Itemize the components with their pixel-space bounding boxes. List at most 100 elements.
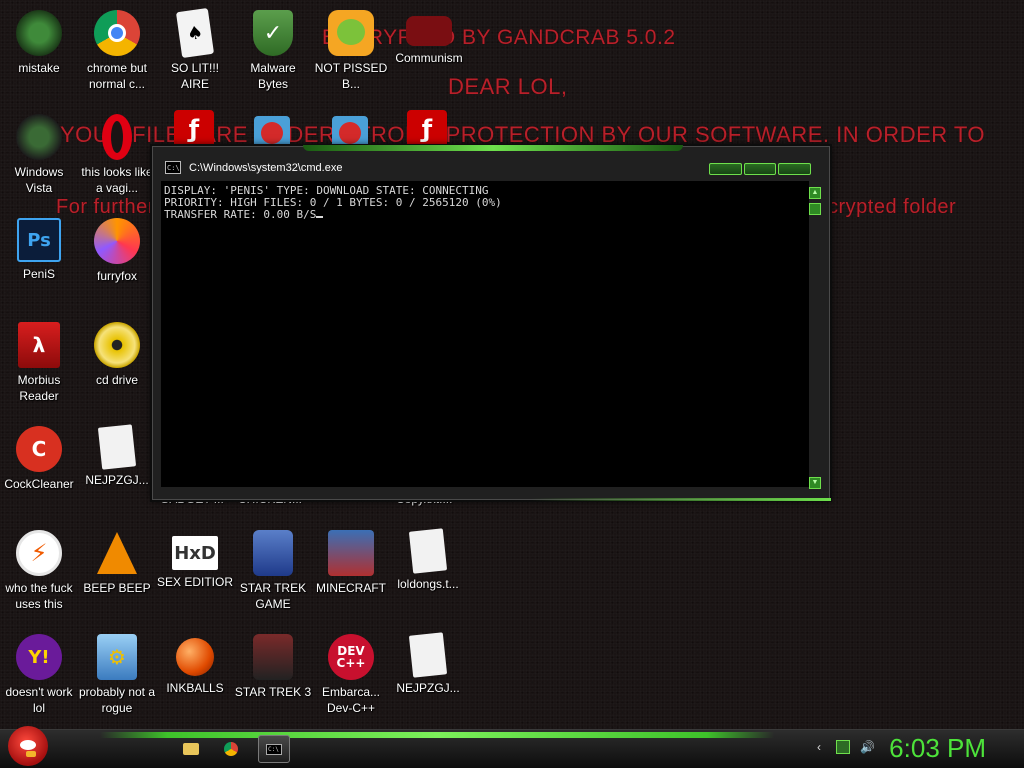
- dev-cpp-icon: DEV C++: [328, 634, 374, 680]
- cd-icon: [94, 322, 140, 368]
- cmd-icon: C:\: [165, 161, 181, 174]
- icon-label: NEJPZGJ...: [396, 681, 460, 695]
- icon-label: doesn't work lol: [5, 685, 73, 715]
- desktop-icon-cd-drive[interactable]: cd drive: [78, 316, 156, 388]
- ccleaner-icon: C: [16, 426, 62, 472]
- icon-label: STAR TREK 3: [234, 685, 312, 699]
- pdf-reader-icon: λ: [18, 322, 60, 368]
- tray-arrow-icon[interactable]: ‹: [812, 740, 826, 754]
- angry-bird-icon[interactable]: [254, 116, 290, 150]
- recycle-bin-icon: [16, 114, 62, 160]
- icon-label: SEX EDITIOR: [156, 575, 233, 589]
- icon-label: loldongs.t...: [397, 577, 459, 591]
- inkball-icon: [176, 638, 214, 676]
- desktop-icon-nejpzgj-1[interactable]: NEJPZGJ...: [78, 420, 156, 488]
- document-icon: [97, 424, 137, 470]
- cmd-window[interactable]: C:\ C:\Windows\system32\cmd.exe DISPLAY:…: [152, 145, 831, 501]
- desktop-icon-star-trek-game[interactable]: STAR TREK GAME: [234, 524, 312, 612]
- maximize-button[interactable]: [743, 163, 777, 175]
- scroll-thumb[interactable]: [809, 203, 821, 215]
- scroll-up-button[interactable]: ▲: [809, 187, 821, 199]
- desktop-icon-sex-editior[interactable]: HxD SEX EDITIOR: [156, 524, 234, 590]
- icon-label: cd drive: [95, 373, 139, 387]
- desktop-icon-mistake[interactable]: mistake: [0, 4, 78, 76]
- desktop-icon-dev-cpp[interactable]: DEV C++ Embarca... Dev-C++: [312, 628, 390, 716]
- window-accent: [303, 145, 683, 151]
- system-tray: ‹ 🔊: [812, 740, 875, 758]
- photoshop-icon: Ps: [17, 218, 61, 262]
- icon-label: NEJPZGJ...: [85, 473, 149, 487]
- desktop-icon-loldongs[interactable]: loldongs.t...: [389, 524, 467, 592]
- document-icon: [408, 528, 448, 574]
- wallpaper-ransom-greeting: DEAR LOL,: [448, 74, 568, 99]
- desktop-icon-windows-vista[interactable]: Windows Vista: [0, 108, 78, 196]
- icon-label: probably not a rogue: [78, 685, 156, 715]
- desktop-icon-doesnt-work[interactable]: Y! doesn't work lol: [0, 628, 78, 716]
- bad-piggies-icon: [328, 10, 374, 56]
- explorer-taskbar-button[interactable]: [176, 735, 206, 763]
- taskbar: ‹ 🔊 6:03 PM: [0, 729, 1024, 768]
- chrome-taskbar-button[interactable]: [216, 735, 246, 763]
- desktop-icon-minecraft[interactable]: MINECRAFT: [312, 524, 390, 596]
- desktop-icon-rogue[interactable]: ⚙ probably not a rogue: [78, 628, 156, 716]
- desktop-icon-inkballs[interactable]: INKBALLS: [156, 628, 234, 696]
- network-icon[interactable]: [836, 740, 850, 754]
- text-cursor: [316, 216, 324, 218]
- minecraft-icon: [328, 530, 374, 576]
- lightning-icon: ⚡: [16, 530, 62, 576]
- icon-label: Communism: [395, 51, 463, 65]
- desktop-icon-malware-bytes[interactable]: ✓ Malware Bytes: [234, 4, 312, 92]
- playing-cards-icon: ♠: [175, 7, 215, 59]
- flash-icon[interactable]: ƒ: [174, 110, 214, 148]
- icon-label: who the fuck uses this: [5, 581, 73, 611]
- taskbar-clock[interactable]: 6:03 PM: [889, 733, 986, 764]
- icon-label: STAR TREK GAME: [239, 581, 307, 611]
- desktop-icon-furryfox[interactable]: furryfox: [78, 212, 156, 284]
- cmd-title: C:\Windows\system32\cmd.exe: [189, 162, 343, 174]
- icon-label: SO LIT!!! AIRE: [170, 61, 219, 91]
- volume-icon[interactable]: 🔊: [860, 740, 875, 754]
- console-line: TRANSFER RATE: 0.00 B/S: [164, 208, 317, 221]
- icon-label: chrome but normal c...: [86, 61, 148, 91]
- desktop-icon-not-pissed[interactable]: NOT PISSED B...: [312, 4, 390, 92]
- desktop-icon-beep-beep[interactable]: BEEP BEEP: [78, 524, 156, 596]
- hxd-icon: HxD: [172, 536, 218, 570]
- vlc-cone-icon: [97, 532, 137, 574]
- icon-label: Embarca... Dev-C++: [321, 685, 381, 715]
- desktop-icon-nejpzgj-2[interactable]: NEJPZGJ...: [389, 628, 467, 696]
- desktop-icon-so-lit-aire[interactable]: ♠ SO LIT!!! AIRE: [156, 4, 234, 92]
- gears-monitor-icon: ⚙: [97, 634, 137, 680]
- desktop-icon-opera[interactable]: this looks like a vagi...: [78, 108, 156, 196]
- scroll-down-button[interactable]: ▼: [809, 477, 821, 489]
- opera-icon: [102, 114, 132, 160]
- start-button[interactable]: [8, 726, 48, 766]
- cmd-taskbar-button[interactable]: [258, 735, 290, 763]
- desktop-icon-penis[interactable]: Ps PeniS: [0, 212, 78, 282]
- yahoo-messenger-icon: Y!: [16, 634, 62, 680]
- desktop-icon-chrome[interactable]: chrome but normal c...: [78, 4, 156, 92]
- desktop-icon-star-trek-3[interactable]: STAR TREK 3: [234, 628, 312, 700]
- angry-birds-star-wars-icon: [253, 634, 293, 680]
- icon-label: Malware Bytes: [250, 61, 296, 91]
- icon-label: Windows Vista: [14, 165, 64, 195]
- window-accent: [531, 498, 831, 501]
- desktop-icon-who-uses-this[interactable]: ⚡ who the fuck uses this: [0, 524, 78, 612]
- cmd-titlebar[interactable]: C:\ C:\Windows\system32\cmd.exe: [153, 157, 829, 179]
- icon-label: mistake: [18, 61, 60, 75]
- console-output[interactable]: DISPLAY: 'PENIS' TYPE: DOWNLOAD STATE: C…: [161, 181, 809, 487]
- icon-label: PeniS: [22, 267, 56, 281]
- flash-icon[interactable]: ƒ: [407, 110, 447, 148]
- chrome-icon: [94, 10, 140, 56]
- minimize-button[interactable]: [709, 163, 742, 175]
- angry-birds-star-wars-icon: [253, 530, 293, 576]
- icon-label: furryfox: [96, 269, 137, 283]
- desktop-icon-morbius-reader[interactable]: λ Morbius Reader: [0, 316, 78, 404]
- close-button[interactable]: [778, 163, 812, 175]
- desktop-icon-cockcleaner[interactable]: C CockCleaner: [0, 420, 78, 492]
- scrollbar[interactable]: ▲ ▼: [809, 187, 821, 489]
- desktop-icon-communism[interactable]: Communism: [389, 4, 469, 66]
- icon-label: BEEP BEEP: [83, 581, 151, 595]
- window-controls[interactable]: [709, 163, 812, 175]
- firefox-icon: [94, 218, 140, 264]
- icon-label: CockCleaner: [4, 477, 74, 491]
